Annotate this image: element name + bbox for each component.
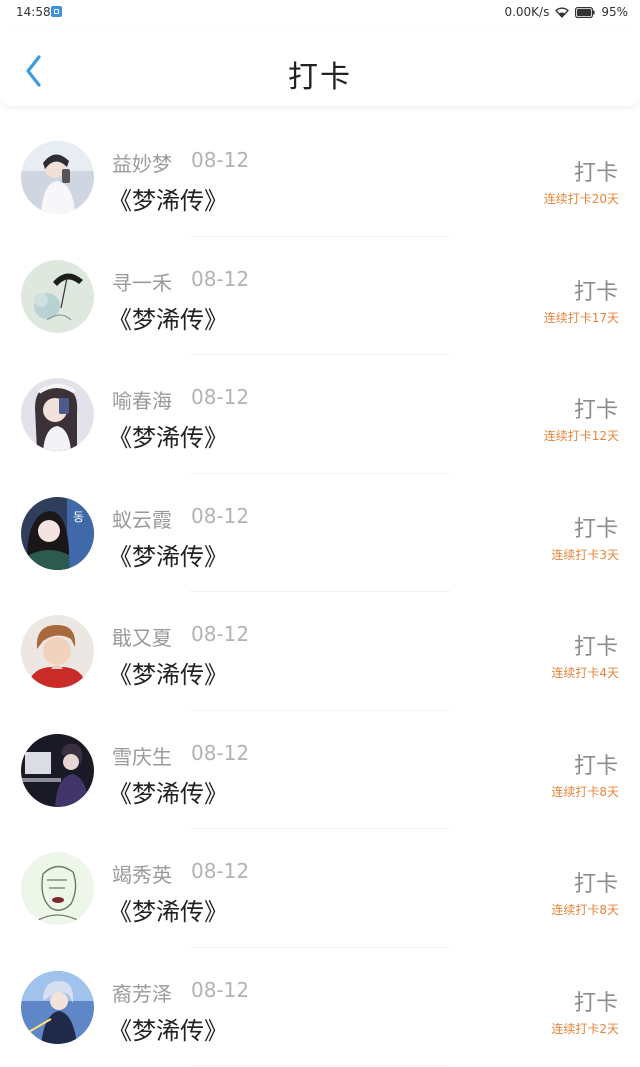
book-title[interactable]: 《梦浠传》 — [108, 655, 228, 690]
book-title[interactable]: 《梦浠传》 — [108, 537, 228, 572]
avatar[interactable] — [21, 970, 94, 1044]
streak-text: 连续打卡3天 — [551, 547, 619, 562]
status-bar: 14:58 0.00K/s 95% — [0, 0, 640, 24]
user-name: 竭秀英 — [112, 863, 172, 887]
battery-level: 95% — [601, 5, 628, 19]
avatar[interactable] — [21, 141, 94, 214]
avatar[interactable] — [21, 615, 94, 688]
app-notification-icon — [51, 6, 62, 17]
post-date: 08-12 — [191, 385, 250, 409]
book-title[interactable]: 《梦浠传》 — [108, 418, 228, 453]
list-item[interactable]: 雪庆生 08-12 《梦浠传》 打卡 连续打卡8天 — [0, 711, 640, 829]
app-header: 打卡 — [0, 26, 640, 106]
checkin-list: 益妙梦 08-12 《梦浠传》 打卡 连续打卡20天 寻一禾 08-12 《梦浠… — [0, 118, 640, 1066]
user-name: 裔芳泽 — [112, 981, 172, 1006]
list-item[interactable]: 益妙梦 08-12 《梦浠传》 打卡 连续打卡20天 — [0, 118, 640, 237]
page-title: 打卡 — [288, 60, 352, 95]
user-name: 喻春海 — [112, 389, 172, 413]
checkin-label: 打卡 — [573, 161, 618, 186]
avatar[interactable]: 동 — [21, 496, 94, 570]
book-title[interactable]: 《梦浠传》 — [108, 181, 228, 216]
streak-text: 连续打卡17天 — [543, 310, 619, 325]
list-item[interactable]: 竭秀英 08-12 《梦浠传》 打卡 连续打卡8天 — [0, 829, 640, 948]
book-title[interactable]: 《梦浠传》 — [108, 300, 228, 335]
list-item[interactable]: 戢又夏 08-12 《梦浠传》 打卡 连续打卡4天 — [0, 592, 640, 711]
list-item[interactable]: 寻一禾 08-12 《梦浠传》 打卡 连续打卡17天 — [0, 237, 640, 355]
book-title[interactable]: 《梦浠传》 — [108, 892, 228, 927]
streak-text: 连续打卡20天 — [543, 192, 619, 206]
streak-text: 连续打卡8天 — [551, 903, 619, 917]
user-name: 雪庆生 — [112, 744, 172, 769]
status-time: 14:58 — [16, 5, 51, 19]
avatar[interactable] — [21, 378, 94, 451]
book-title[interactable]: 《梦浠传》 — [108, 1011, 228, 1046]
checkin-label: 打卡 — [573, 398, 618, 423]
post-date: 08-12 — [191, 148, 250, 172]
avatar[interactable] — [21, 733, 94, 807]
divider — [190, 1065, 450, 1066]
post-date: 08-12 — [191, 740, 250, 765]
avatar[interactable] — [21, 259, 94, 333]
list-item[interactable]: 동 蚁云霞 08-12 《梦浠传》 打卡 连续打卡3天 — [0, 474, 640, 592]
user-name: 蚁云霞 — [112, 507, 172, 532]
checkin-label: 打卡 — [573, 279, 618, 305]
user-name: 寻一禾 — [112, 270, 172, 295]
user-name: 戢又夏 — [112, 626, 172, 650]
svg-text:동: 동 — [73, 510, 84, 524]
checkin-label: 打卡 — [573, 872, 618, 897]
book-title[interactable]: 《梦浠传》 — [108, 774, 228, 809]
post-date: 08-12 — [191, 977, 250, 1002]
list-item[interactable]: 喻春海 08-12 《梦浠传》 打卡 连续打卡12天 — [0, 355, 640, 474]
post-date: 08-12 — [191, 266, 250, 291]
avatar[interactable] — [21, 852, 94, 925]
post-date: 08-12 — [191, 859, 250, 883]
streak-text: 连续打卡8天 — [551, 784, 619, 799]
streak-text: 连续打卡4天 — [551, 666, 619, 680]
list-item[interactable]: 裔芳泽 08-12 《梦浠传》 打卡 连续打卡2天 — [0, 948, 640, 1066]
streak-text: 连续打卡12天 — [543, 429, 619, 443]
post-date: 08-12 — [191, 622, 250, 646]
network-speed: 0.00K/s — [504, 5, 550, 19]
checkin-label: 打卡 — [573, 516, 618, 542]
post-date: 08-12 — [191, 503, 250, 528]
wifi-icon — [555, 7, 570, 18]
battery-icon — [575, 6, 595, 18]
checkin-label: 打卡 — [573, 990, 618, 1016]
user-name: 益妙梦 — [112, 152, 172, 176]
streak-text: 连续打卡2天 — [551, 1021, 619, 1036]
status-indicators: 0.00K/s 95% — [504, 5, 628, 19]
checkin-label: 打卡 — [573, 753, 618, 779]
checkin-label: 打卡 — [573, 635, 618, 660]
